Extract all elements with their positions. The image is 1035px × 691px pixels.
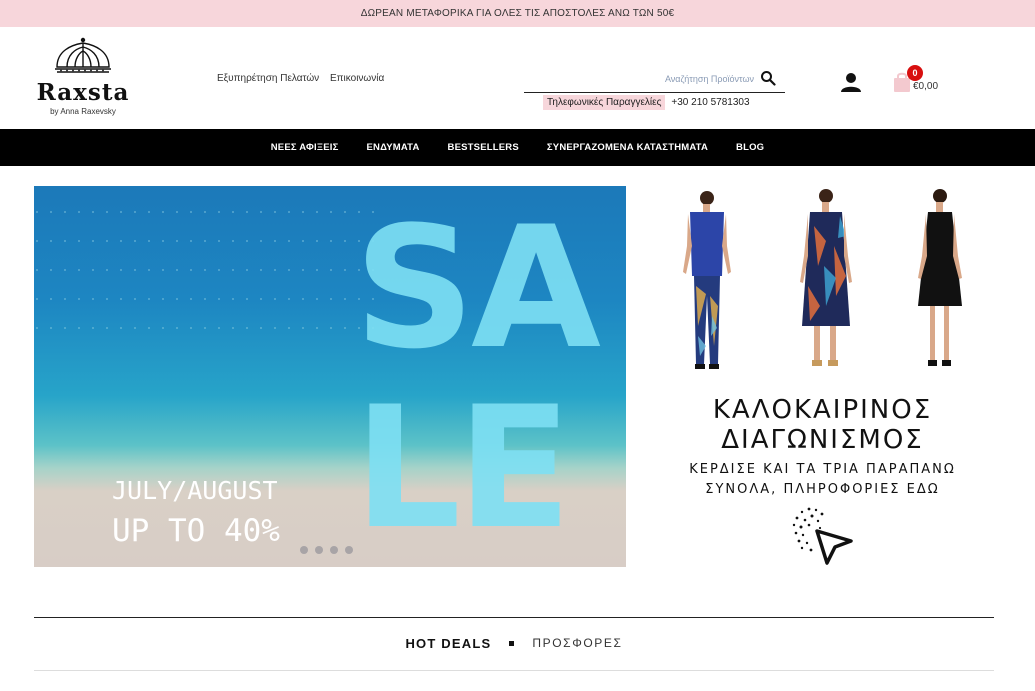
promo-subtitle-line-2: ΣΥΝΟΛΑ, ΠΛΗΡΟΦΟΡΙΕΣ ΕΔΩ: [705, 482, 940, 497]
click-cursor-icon[interactable]: [787, 503, 857, 567]
main-nav: ΝΕΕΣ ΑΦΙΞΕΙΣ ΕΝΔΥΜΑΤΑ BESTSELLERS ΣΥΝΕΡΓ…: [0, 129, 1035, 166]
phone-orders: Τηλεφωνικές Παραγγελίες +30 210 5781303: [543, 95, 750, 110]
model-2: [800, 189, 852, 366]
contest-promo[interactable]: ΚΑΛΟΚΑΙΡΙΝΟΣ ΔΙΑΓΩΝΙΣΜΟΣ ΚΕΡΔΙΣΕ ΚΑΙ ΤΑ …: [650, 186, 995, 567]
promo-subtitle: ΚΕΡΔΙΣΕ ΚΑΙ ΤΑ ΤΡΙΑ ΠΑΡΑΠΑΝΩ ΣΥΝΟΛΑ, ΠΛΗ…: [650, 460, 995, 500]
model-1: [683, 191, 731, 369]
nav-bestsellers[interactable]: BESTSELLERS: [448, 142, 519, 153]
logo[interactable]: Raxsta by Anna Raxevsky: [33, 37, 133, 119]
cart-count-badge: 0: [907, 65, 923, 81]
nav-new-arrivals[interactable]: ΝΕΕΣ ΑΦΙΞΕΙΣ: [271, 142, 339, 153]
promo-subtitle-line-1: ΚΕΡΔΙΣΕ ΚΑΙ ΤΑ ΤΡΙΑ ΠΑΡΑΠΑΝΩ: [689, 462, 956, 477]
slider-dot[interactable]: [300, 546, 308, 554]
slider-dots: [300, 546, 360, 554]
divider: [34, 617, 994, 618]
tab-offers[interactable]: ΠΡΟΣΦΟΡΕΣ: [532, 636, 622, 650]
crown-icon: [55, 37, 111, 73]
promo-title-line-2: ΔΙΑΓΩΝΙΣΜΟΣ: [721, 425, 924, 455]
models-image: [683, 189, 962, 369]
phone-orders-label: Τηλεφωνικές Παραγγελίες: [543, 95, 666, 110]
divider: [34, 670, 994, 671]
cart-button[interactable]: 0 €0,00: [893, 65, 953, 95]
model-3: [918, 189, 962, 366]
tab-separator: [509, 640, 515, 646]
cart-total: €0,00: [913, 81, 939, 92]
announcement-text: ΔΩΡΕΑΝ ΜΕΤΑΦΟΡΙΚΑ ΓΙΑ ΟΛΕΣ ΤΙΣ ΑΠΟΣΤΟΛΕΣ…: [360, 8, 675, 19]
phone-number[interactable]: +30 210 5781303: [671, 97, 749, 108]
contact-link[interactable]: Επικοινωνία: [330, 73, 384, 84]
slider-dot[interactable]: [315, 546, 323, 554]
tab-hot-deals[interactable]: HOT DEALS: [405, 636, 491, 651]
sale-line-1: SA: [354, 190, 601, 386]
search-input[interactable]: [524, 67, 762, 91]
site-header: Raxsta by Anna Raxevsky Εξυπηρέτηση Πελα…: [0, 27, 1035, 129]
nav-clothing[interactable]: ΕΝΔΥΜΑΤΑ: [366, 142, 419, 153]
hero-dot-pattern: [34, 186, 374, 346]
slider-dot[interactable]: [330, 546, 338, 554]
promo-title: ΚΑΛΟΚΑΙΡΙΝΟΣ ΔΙΑΓΩΝΙΣΜΟΣ: [650, 395, 995, 455]
hero-months: JULY/AUGUST: [112, 476, 278, 505]
logo-name: Raxsta: [36, 79, 130, 106]
logo-tagline: by Anna Raxevsky: [50, 107, 116, 116]
slider-dot[interactable]: [345, 546, 353, 554]
promo-title-line-1: ΚΑΛΟΚΑΙΡΙΝΟΣ: [712, 395, 933, 425]
search-bar: [524, 67, 785, 93]
customer-service-link[interactable]: Εξυπηρέτηση Πελατών: [217, 73, 319, 84]
nav-partner-stores[interactable]: ΣΥΝΕΡΓΑΖΟΜΕΝΑ ΚΑΤΑΣΤΗΜΑΤΑ: [547, 142, 708, 153]
sale-headline: SA LE: [354, 198, 626, 558]
sale-line-2: LE: [354, 370, 572, 566]
hero-banner[interactable]: SA LE JULY/AUGUST UP TO 40%: [34, 186, 626, 567]
nav-blog[interactable]: BLOG: [736, 142, 764, 153]
search-icon[interactable]: [760, 70, 778, 88]
header-links: Εξυπηρέτηση Πελατών Επικοινωνία: [217, 73, 392, 84]
deals-tabs: HOT DEALS ΠΡΟΣΦΟΡΕΣ: [34, 628, 994, 658]
user-icon[interactable]: [840, 71, 862, 93]
hero-discount: UP TO 40%: [112, 513, 280, 549]
announcement-bar: ΔΩΡΕΑΝ ΜΕΤΑΦΟΡΙΚΑ ΓΙΑ ΟΛΕΣ ΤΙΣ ΑΠΟΣΤΟΛΕΣ…: [0, 0, 1035, 27]
